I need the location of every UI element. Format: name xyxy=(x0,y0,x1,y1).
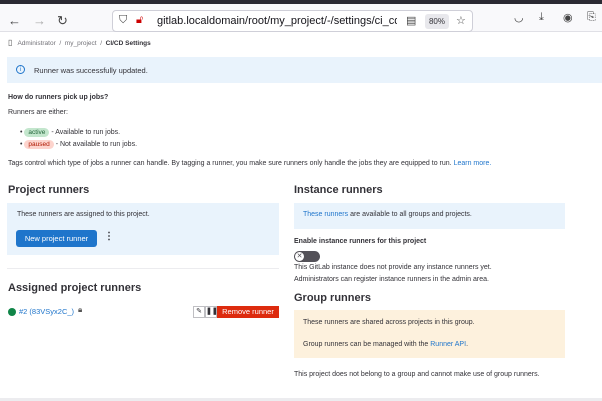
assigned-runners-heading: Assigned project runners xyxy=(8,282,142,294)
these-runners-link[interactable]: These runners xyxy=(303,211,348,218)
instance-runners-heading: Instance runners xyxy=(294,184,383,196)
tags-text: Tags control which type of jobs a runner… xyxy=(8,160,452,167)
help-title: How do runners pick up jobs? xyxy=(8,94,109,101)
instance-desc: These runners are available to all group… xyxy=(303,211,472,218)
project-runners-heading: Project runners xyxy=(8,184,90,196)
group-note: This project does not belong to a group … xyxy=(294,371,540,378)
reader-view-icon[interactable]: ▤ xyxy=(406,14,416,27)
instance-toggle-label: Enable instance runners for this project xyxy=(294,238,427,245)
breadcrumb: ▯ Administrator / my_project / CI/CD Set… xyxy=(8,38,151,47)
group-runners-box: These runners are shared across projects… xyxy=(294,310,565,358)
alert-text: Runner was successfully updated. xyxy=(34,66,148,75)
instance-note-2: Administrators can register instance run… xyxy=(294,276,489,283)
instance-desc-text: are available to all groups and projects… xyxy=(348,211,472,218)
account-icon[interactable]: ◉ xyxy=(563,11,573,24)
success-alert: i Runner was successfully updated. xyxy=(7,57,602,83)
instance-runners-box: These runners are available to all group… xyxy=(294,203,565,229)
shield-icon[interactable]: ⛉ xyxy=(119,14,127,27)
extensions-icon[interactable]: ⎘ xyxy=(587,11,596,24)
forward-icon[interactable]: → xyxy=(33,13,46,28)
more-options-icon[interactable]: ⋮ xyxy=(104,231,114,242)
browser-toolbar: ← → ↻ ⛉ 🔓︎ gitlab.localdomain/root/my_pr… xyxy=(0,4,602,32)
back-icon[interactable]: ← xyxy=(8,13,21,28)
runner-api-link[interactable]: Runner API xyxy=(430,341,466,348)
active-desc: - Available to run jobs. xyxy=(51,129,121,136)
active-badge: active xyxy=(24,128,50,137)
group-runners-heading: Group runners xyxy=(294,292,372,304)
remove-runner-button[interactable]: Remove runner xyxy=(217,306,279,318)
instance-runners-toggle[interactable]: ✕ xyxy=(294,251,320,262)
state-active: • active - Available to run jobs. xyxy=(20,128,121,137)
runner-link[interactable]: #2 (83VSyx2C_) xyxy=(19,307,74,316)
instance-note-1: This GitLab instance does not provide an… xyxy=(294,264,492,271)
info-icon: i xyxy=(16,65,25,74)
help-intro: Runners are either: xyxy=(8,109,68,116)
close-icon: ✕ xyxy=(295,252,304,261)
zoom-level[interactable]: 80% xyxy=(425,14,449,29)
paused-desc: - Not available to run jobs. xyxy=(55,141,138,148)
divider xyxy=(7,268,279,269)
address-bar[interactable]: ⛉ 🔓︎ gitlab.localdomain/root/my_project/… xyxy=(112,10,473,32)
group-line-1: These runners are shared across projects… xyxy=(303,319,475,326)
download-icon[interactable]: ⤓ xyxy=(539,11,544,24)
sidebar-toggle-icon[interactable]: ▯ xyxy=(8,38,12,47)
url-text[interactable]: gitlab.localdomain/root/my_project/-/set… xyxy=(157,15,397,27)
paused-badge: paused xyxy=(24,140,54,149)
group-line-2: Group runners can be managed with the Ru… xyxy=(303,341,468,348)
project-runners-box: These runners are assigned to this proje… xyxy=(7,203,279,255)
state-paused: • paused - Not available to run jobs. xyxy=(20,140,138,149)
online-status-icon xyxy=(8,308,16,316)
pause-icon[interactable]: ❚❚ xyxy=(205,306,218,318)
breadcrumb-administrator[interactable]: Administrator xyxy=(17,40,55,47)
group-line-2-end: . xyxy=(466,341,469,348)
reload-icon[interactable]: ↻ xyxy=(57,13,68,29)
project-runners-desc: These runners are assigned to this proje… xyxy=(17,211,150,218)
lock-icon: 🔒︎ xyxy=(78,305,83,314)
new-project-runner-button[interactable]: New project runner xyxy=(16,230,97,247)
bookmark-star-icon[interactable]: ☆ xyxy=(456,14,466,27)
edit-icon[interactable]: ✎ xyxy=(193,306,205,318)
breadcrumb-project[interactable]: my_project xyxy=(65,40,97,47)
learn-more-link[interactable]: Learn more. xyxy=(454,160,492,167)
pocket-icon[interactable]: ◡ xyxy=(514,11,524,24)
tags-help: Tags control which type of jobs a runner… xyxy=(8,160,491,167)
insecure-lock-icon[interactable]: 🔓︎ xyxy=(136,14,143,27)
breadcrumb-current[interactable]: CI/CD Settings xyxy=(106,40,151,47)
group-line-2-text: Group runners can be managed with the xyxy=(303,341,431,348)
